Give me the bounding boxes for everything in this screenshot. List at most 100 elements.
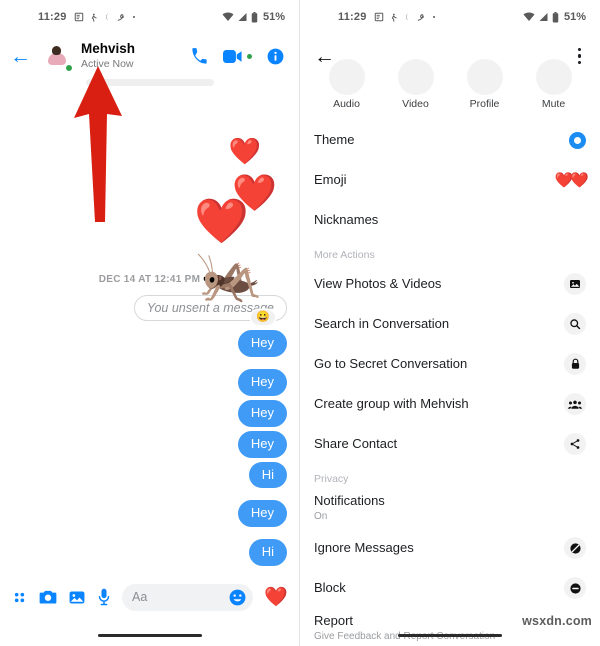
message-input[interactable]: Aa: [122, 583, 254, 612]
reader-icon: [74, 12, 84, 22]
do-not-disturb-icon: [416, 12, 427, 23]
dual-screenshot: 11:29 51% ← Mehvish Active Now ❤️ ❤️ ❤️ …: [0, 0, 600, 646]
gallery-icon[interactable]: [68, 589, 86, 606]
settings-menu: Theme Emoji ❤️❤️ Nicknames More Actions …: [300, 120, 600, 646]
message-bubble[interactable]: Hi: [248, 539, 287, 567]
menu-item-label: Go to Secret Conversation: [314, 356, 468, 372]
chat-title-block[interactable]: Mehvish Active Now: [81, 41, 190, 72]
do-not-disturb-icon: [116, 12, 127, 23]
heart-emoji-large: ❤️: [194, 197, 249, 246]
quick-action-mute[interactable]: Mute: [519, 59, 588, 110]
photo-icon: [564, 273, 586, 295]
presence-dot: [64, 63, 74, 73]
menu-item-theme[interactable]: Theme: [300, 120, 600, 160]
cricket-emoji: 🦗: [195, 245, 263, 305]
message-composer: Aa ❤️: [0, 575, 299, 619]
dot-icon: [132, 15, 136, 19]
mute-icon: [535, 59, 572, 95]
voice-call-icon[interactable]: [190, 47, 209, 66]
battery-percent: 51%: [563, 11, 586, 23]
wifi-icon: [523, 12, 535, 22]
quick-action-label: Profile: [469, 98, 500, 110]
message-bubble[interactable]: Hey: [237, 500, 287, 528]
scroll-indicator: [86, 79, 214, 86]
lock-icon: [564, 353, 586, 375]
heart-emoji-pair[interactable]: ❤️❤️: [555, 173, 589, 188]
moon-icon: [103, 12, 111, 22]
message-bubble[interactable]: Hey: [237, 430, 287, 458]
block-icon: [564, 577, 586, 599]
status-bar-left: 11:29 51%: [0, 0, 299, 34]
message-list: Hey Hey Hey Hey Hi Hey Hi: [12, 330, 287, 567]
message-bubble[interactable]: Hey: [237, 368, 287, 396]
camera-icon[interactable]: [39, 589, 57, 605]
video-icon: [397, 59, 434, 95]
info-icon[interactable]: [266, 47, 285, 66]
quick-action-video[interactable]: Video: [381, 59, 450, 110]
profile-icon: [466, 59, 503, 95]
menu-item-emoji[interactable]: Emoji ❤️❤️: [300, 160, 600, 200]
battery-percent: 51%: [262, 11, 285, 23]
quick-action-label: Mute: [541, 98, 566, 110]
menu-item-label: Block: [314, 580, 346, 596]
section-more-actions: More Actions: [314, 249, 375, 261]
apps-grid-icon[interactable]: [11, 589, 28, 606]
smiley-icon[interactable]: [228, 588, 247, 612]
message-reaction[interactable]: 😀: [251, 310, 275, 325]
message-input-placeholder: Aa: [132, 590, 148, 604]
dot-icon: [432, 15, 436, 19]
quick-action-profile[interactable]: Profile: [450, 59, 519, 110]
menu-item-block[interactable]: Block: [300, 568, 600, 608]
presence-label: Active Now: [81, 57, 134, 70]
back-arrow-icon[interactable]: ←: [314, 46, 335, 67]
audio-icon: [328, 59, 365, 95]
left-phone-screen: 11:29 51% ← Mehvish Active Now ❤️ ❤️ ❤️ …: [0, 0, 300, 646]
menu-item-ignore-messages[interactable]: Ignore Messages: [300, 528, 600, 568]
kebab-menu-icon[interactable]: [575, 45, 585, 68]
message-bubble[interactable]: Hey: [237, 399, 287, 427]
status-right-icons: 51%: [222, 11, 285, 23]
section-privacy: Privacy: [314, 473, 349, 485]
menu-item-view-photos-videos[interactable]: View Photos & Videos: [300, 264, 600, 304]
message-thread[interactable]: ❤️ ❤️ ❤️ 🦗 😀 DEC 14 AT 12:41 PM You unse…: [0, 78, 299, 597]
status-time: 11:29: [338, 11, 367, 23]
status-time: 11:29: [38, 11, 67, 23]
menu-item-search-conversation[interactable]: Search in Conversation: [300, 304, 600, 344]
battery-icon: [251, 11, 258, 23]
person-walking-icon: [89, 12, 98, 23]
menu-item-label: Create group with Mehvish: [314, 396, 469, 412]
menu-item-label: Report: [314, 613, 354, 629]
right-phone-screen: 11:29 51% ← Audio Video Profile Mute The…: [300, 0, 600, 646]
menu-item-label: Share Contact: [314, 436, 398, 452]
status-left-icons: [74, 12, 136, 23]
theme-color-dot[interactable]: [569, 131, 586, 149]
search-icon: [564, 313, 586, 335]
menu-item-label: Ignore Messages: [314, 540, 414, 556]
watermark: wsxdn.com: [522, 614, 592, 628]
quick-action-label: Audio: [333, 98, 360, 110]
message-bubble[interactable]: Hey: [237, 330, 287, 357]
menu-item-secret-conversation[interactable]: Go to Secret Conversation: [300, 344, 600, 384]
share-icon: [564, 433, 586, 455]
menu-item-create-group[interactable]: Create group with Mehvish: [300, 384, 600, 424]
ignore-slash-icon: [564, 537, 586, 559]
status-left-icons: [374, 12, 436, 23]
video-call-icon[interactable]: [223, 49, 252, 64]
menu-item-label: View Photos & Videos: [314, 276, 442, 292]
menu-item-label: Search in Conversation: [314, 316, 450, 332]
menu-item-label: Notifications: [314, 493, 385, 509]
back-arrow-icon[interactable]: ←: [10, 46, 37, 67]
menu-item-sublabel: On: [314, 511, 328, 523]
moon-icon: [403, 12, 411, 22]
quick-action-audio[interactable]: Audio: [312, 59, 381, 110]
like-heart-button[interactable]: ❤️: [264, 588, 288, 607]
message-bubble[interactable]: Hi: [248, 461, 287, 489]
microphone-icon[interactable]: [97, 588, 111, 606]
avatar[interactable]: [41, 40, 74, 73]
menu-item-nicknames[interactable]: Nicknames: [300, 200, 600, 240]
video-active-dot: [247, 53, 252, 59]
menu-item-share-contact[interactable]: Share Contact: [300, 424, 600, 464]
menu-item-notifications[interactable]: Notifications On: [300, 488, 600, 528]
cellular-signal-icon: [237, 12, 248, 22]
menu-item-label: Theme: [314, 132, 355, 148]
